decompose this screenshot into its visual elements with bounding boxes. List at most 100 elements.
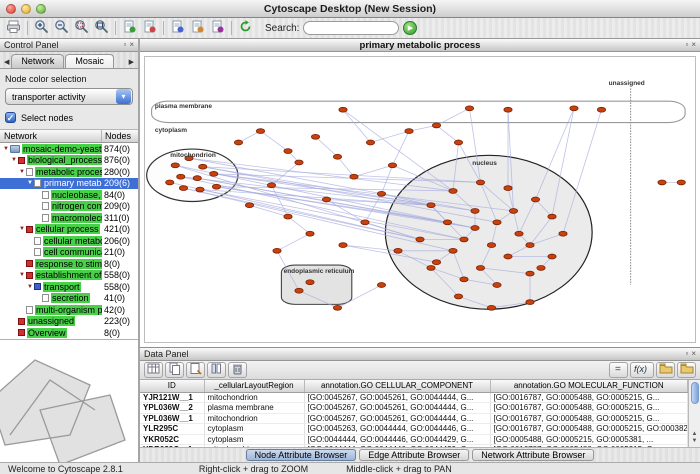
tab-mosaic[interactable]: Mosaic — [65, 54, 114, 68]
float-panel-icon[interactable]: ▫ — [685, 350, 688, 358]
expander-icon[interactable]: ▼ — [26, 283, 34, 291]
window-titlebar[interactable]: Cytoscape Desktop (New Session) — [0, 0, 700, 18]
tree-row[interactable]: nucleobase, nucleoside, nucleot...84(0) — [0, 189, 138, 201]
graph-node[interactable] — [487, 305, 495, 310]
graph-node[interactable] — [658, 180, 666, 185]
graph-edge[interactable] — [338, 157, 355, 177]
expander-icon[interactable]: ▼ — [18, 168, 26, 176]
tree-row[interactable]: nitrogen compound metabolic...209(0) — [0, 201, 138, 213]
graph-node[interactable] — [597, 107, 605, 112]
graph-node[interactable] — [339, 243, 347, 248]
table-row[interactable]: YPL036W__1mitochondrion[GO:0045267, GO:0… — [140, 413, 688, 424]
graph-node[interactable] — [427, 203, 435, 208]
attribute-table-button[interactable] — [144, 362, 163, 378]
tab-network[interactable]: Network — [11, 54, 64, 68]
expander-icon[interactable]: ▼ — [10, 156, 18, 164]
graph-node[interactable] — [322, 197, 330, 202]
zoom-selected-button[interactable] — [72, 19, 91, 37]
tree-row[interactable]: ▼biological_process876(0) — [0, 155, 138, 167]
graph-node[interactable] — [504, 186, 512, 191]
graph-edge[interactable] — [343, 110, 371, 143]
tree-column-nodes[interactable]: Nodes — [102, 130, 138, 143]
graph-node[interactable] — [570, 106, 578, 111]
tree-row[interactable]: ▼metabolic process280(0) — [0, 166, 138, 178]
graph-node[interactable] — [416, 237, 424, 242]
graph-node[interactable] — [443, 220, 451, 225]
graph-edge[interactable] — [316, 137, 338, 157]
graph-node[interactable] — [377, 283, 385, 288]
search-input[interactable] — [303, 21, 399, 35]
refresh-layout-button[interactable] — [236, 19, 255, 37]
table-row[interactable]: YJR121W__1mitochondrion[GO:0045267, GO:0… — [140, 392, 688, 403]
graph-node[interactable] — [166, 180, 174, 185]
import-network-button[interactable] — [120, 19, 139, 37]
graph-node[interactable] — [295, 160, 303, 165]
minimize-window-button[interactable] — [21, 4, 31, 14]
tree-column-network[interactable]: Network — [0, 130, 102, 142]
tree-row[interactable]: macromolecule metabolic proc...311(0) — [0, 212, 138, 224]
zoom-out-button[interactable] — [52, 19, 71, 37]
tree-row[interactable]: ▼mosaic-demo-yeast874(0) — [0, 143, 138, 155]
graph-node[interactable] — [504, 254, 512, 259]
graph-node[interactable] — [476, 265, 484, 270]
close-panel-icon[interactable]: × — [129, 41, 134, 49]
graph-node[interactable] — [531, 197, 539, 202]
tab-node-attribute-browser[interactable]: Node Attribute Browser — [246, 449, 357, 461]
import-attributes-button[interactable] — [140, 19, 159, 37]
graph-node[interactable] — [405, 129, 413, 134]
graph-node[interactable] — [196, 187, 204, 192]
graph-node[interactable] — [537, 265, 545, 270]
birdseye-view[interactable] — [0, 339, 138, 462]
graph-node[interactable] — [388, 163, 396, 168]
tree-row[interactable]: response to stimulus8(0) — [0, 258, 138, 270]
graph-node[interactable] — [449, 248, 457, 253]
zoom-fit-button[interactable] — [92, 19, 111, 37]
scrollbar-thumb[interactable] — [691, 382, 699, 404]
scrollbar-arrows-icon[interactable]: ▲▼ — [692, 431, 698, 447]
graph-edge[interactable] — [354, 165, 393, 176]
copy-attributes-button[interactable] — [165, 362, 184, 378]
graph-edge[interactable] — [272, 185, 289, 216]
float-view-icon[interactable]: ▫ — [685, 41, 688, 49]
graph-node[interactable] — [210, 171, 218, 176]
graph-node[interactable] — [212, 184, 220, 189]
graph-node[interactable] — [526, 271, 534, 276]
graph-node[interactable] — [677, 180, 685, 185]
node-color-attribute-select[interactable]: transporter activity ▾ — [5, 88, 133, 105]
graph-node[interactable] — [454, 140, 462, 145]
tree-row[interactable]: ▼establishment of localization558(0) — [0, 270, 138, 282]
tab-network-attribute-browser[interactable]: Network Attribute Browser — [472, 449, 594, 461]
tree-row[interactable]: cellular metabolic process206(0) — [0, 235, 138, 247]
graph-node[interactable] — [177, 174, 185, 179]
close-panel-icon[interactable]: × — [691, 350, 696, 358]
graph-node[interactable] — [333, 154, 341, 159]
graph-node[interactable] — [487, 243, 495, 248]
graph-node[interactable] — [333, 305, 341, 310]
graph-node[interactable] — [284, 214, 292, 219]
table-row[interactable]: YKR052Ccytoplasm[GO:0044444, GO:0044446,… — [140, 434, 688, 445]
graph-edge[interactable] — [288, 217, 310, 234]
graph-node[interactable] — [454, 294, 462, 299]
network-manager-button[interactable] — [168, 19, 187, 37]
graph-node[interactable] — [234, 140, 242, 145]
vizmapper-button[interactable] — [188, 19, 207, 37]
column-header[interactable]: ID — [140, 380, 204, 392]
table-row[interactable]: YLR295Ccytoplasm[GO:0045263, GO:0044444,… — [140, 424, 688, 435]
graph-node[interactable] — [311, 134, 319, 139]
new-attribute-button[interactable] — [186, 362, 205, 378]
graph-node[interactable] — [465, 106, 473, 111]
tree-row[interactable]: secretion41(0) — [0, 293, 138, 305]
tree-row[interactable]: multi-organism process42(0) — [0, 304, 138, 316]
tree-row[interactable]: unassigned223(0) — [0, 316, 138, 328]
expander-icon[interactable]: ▼ — [18, 271, 26, 279]
column-header[interactable]: annotation.GO MOLECULAR_FUNCTION — [490, 380, 688, 392]
graph-node[interactable] — [432, 123, 440, 128]
expander-icon[interactable]: ▼ — [2, 145, 10, 153]
import-attributes-button[interactable] — [656, 362, 675, 378]
close-view-icon[interactable]: × — [691, 41, 696, 49]
graph-node[interactable] — [493, 283, 501, 288]
close-window-button[interactable] — [6, 4, 16, 14]
graph-node[interactable] — [267, 183, 275, 188]
graph-node[interactable] — [548, 214, 556, 219]
graph-node[interactable] — [493, 220, 501, 225]
